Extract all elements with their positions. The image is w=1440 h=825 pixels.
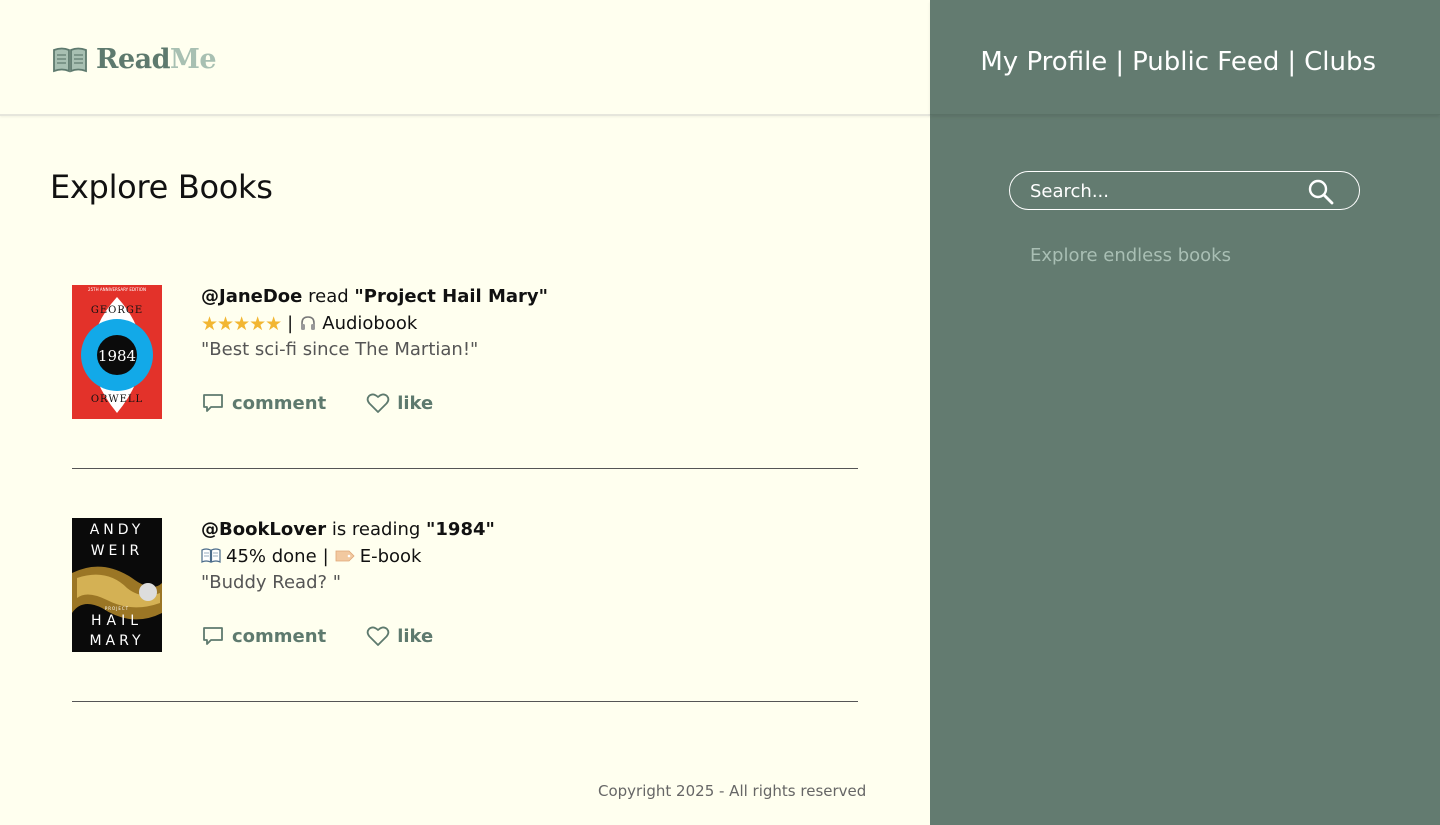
- cover-author-first: GEORGE: [91, 305, 143, 316]
- headphones-icon: [299, 311, 317, 337]
- post-username[interactable]: @JaneDoe: [201, 286, 302, 307]
- logo[interactable]: ReadMe: [52, 44, 217, 75]
- tag-icon: [335, 544, 355, 570]
- nav-public-feed[interactable]: Public Feed: [1132, 47, 1279, 77]
- cover-edition-text: 25TH ANNIVERSARY EDITION: [88, 287, 146, 292]
- post-format: Audiobook: [322, 313, 418, 334]
- brand-name: ReadMe: [96, 44, 217, 75]
- footer-copyright: Copyright 2025 - All rights reserved: [598, 782, 867, 800]
- post-verb: read: [308, 286, 349, 307]
- post-quote: "Buddy Read? ": [201, 572, 342, 593]
- main-content: ReadMe Explore Books 25TH ANNIVERSARY ED…: [0, 0, 930, 825]
- post-actions: comment like: [201, 624, 433, 648]
- post-headline: @BookLover is reading "1984": [201, 518, 495, 544]
- cover-author-last: WEIR: [91, 543, 144, 559]
- cover-title-line1: PROJECT: [105, 606, 129, 611]
- page-title: Explore Books: [50, 168, 273, 206]
- header: ReadMe: [0, 0, 930, 116]
- comment-button[interactable]: comment: [201, 624, 326, 648]
- like-button[interactable]: like: [366, 624, 433, 648]
- search-box: [1009, 171, 1360, 210]
- separator: |: [322, 546, 329, 567]
- open-book-icon: [201, 544, 221, 570]
- comment-label: comment: [232, 625, 327, 647]
- post-actions: comment like: [201, 391, 433, 415]
- comment-button[interactable]: comment: [201, 391, 326, 415]
- star-rating: ★★★★★: [201, 313, 282, 335]
- nav-separator: |: [1287, 47, 1297, 77]
- search-tagline: Explore endless books: [1030, 245, 1231, 266]
- cover-author-first: ANDY: [90, 522, 145, 538]
- post-username[interactable]: @BookLover: [201, 519, 326, 540]
- cover-title-line3: MARY: [89, 633, 144, 649]
- separator: |: [287, 313, 294, 334]
- book-cover-1984[interactable]: 25TH ANNIVERSARY EDITION 1984 GEORGE ORW…: [72, 285, 162, 419]
- post-meta: ★★★★★ | Audiobook: [201, 311, 548, 337]
- post-quote: "Best sci-fi since The Martian!": [201, 339, 479, 360]
- post-verb: is reading: [331, 519, 421, 540]
- like-button[interactable]: like: [366, 391, 433, 415]
- heart-icon: [366, 392, 390, 414]
- main-nav: My Profile | Public Feed | Clubs: [980, 47, 1376, 77]
- like-label: like: [397, 625, 434, 647]
- brand-name-read: Read: [96, 44, 171, 75]
- heart-icon: [366, 625, 390, 647]
- post-divider: [72, 468, 858, 469]
- post-headline: @JaneDoe read "Project Hail Mary": [201, 285, 548, 311]
- brand-name-me: Me: [170, 44, 217, 75]
- search-icon: [1307, 179, 1335, 210]
- comment-label: comment: [232, 392, 327, 414]
- post-meta: 45% done | E-book: [201, 544, 495, 570]
- nav-separator: |: [1115, 47, 1125, 77]
- search-button[interactable]: [1307, 178, 1335, 206]
- sidebar: My Profile|Public Feed|Clubs Explore end…: [930, 0, 1440, 825]
- book-cover-project-hail-mary[interactable]: ANDY WEIR PROJECT HAIL MARY: [72, 518, 162, 652]
- search-input[interactable]: [1030, 178, 1300, 204]
- post-book-title[interactable]: "Project Hail Mary": [354, 286, 548, 307]
- post-format: E-book: [359, 546, 422, 567]
- nav-clubs[interactable]: Clubs: [1304, 47, 1376, 77]
- post-body: @JaneDoe read "Project Hail Mary" ★★★★★ …: [201, 285, 548, 414]
- nav-my-profile[interactable]: My Profile: [980, 47, 1107, 77]
- post-body: @BookLover is reading "1984" 45% done |: [201, 518, 495, 647]
- cover-title-line2: HAIL: [91, 613, 143, 629]
- cover-title-text: 1984: [98, 347, 136, 365]
- open-book-icon: [52, 46, 88, 74]
- cover-author-last: ORWELL: [91, 394, 143, 405]
- comment-icon: [201, 624, 225, 648]
- like-label: like: [397, 392, 434, 414]
- reading-progress: 45% done: [226, 546, 317, 567]
- comment-icon: [201, 391, 225, 415]
- post-book-title[interactable]: "1984": [426, 519, 495, 540]
- post-divider: [72, 701, 858, 702]
- sidebar-header: My Profile | Public Feed | Clubs: [930, 0, 1440, 115]
